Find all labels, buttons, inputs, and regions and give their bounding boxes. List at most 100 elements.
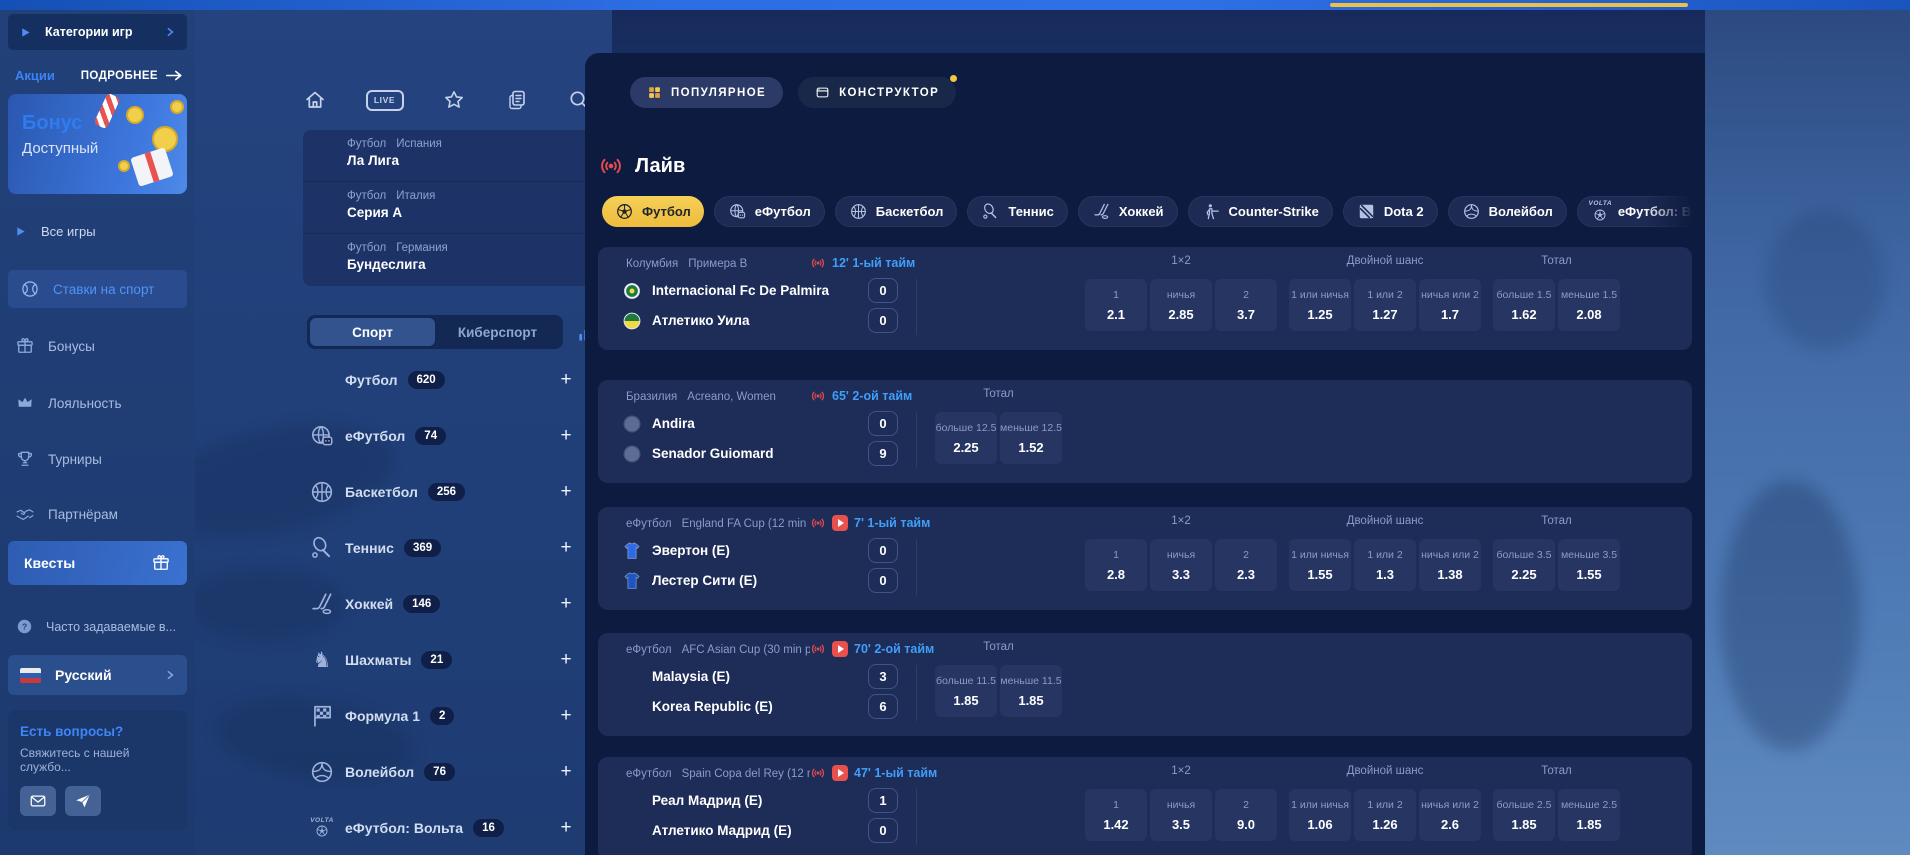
- odds-button[interactable]: 1 или 21.3: [1354, 539, 1416, 591]
- odds-button[interactable]: больше 2.51.85: [1493, 789, 1555, 841]
- quick-league-item[interactable]: ФутболИталияСерия А: [303, 182, 601, 234]
- odds-button[interactable]: 1 или 21.27: [1354, 279, 1416, 331]
- odds-button[interactable]: 29.0: [1215, 789, 1277, 841]
- live-nav-icon[interactable]: LIVE: [366, 90, 404, 111]
- odds-button[interactable]: 23.7: [1215, 279, 1277, 331]
- sport-row-Футбол[interactable]: Футбол620+: [303, 352, 603, 408]
- filter-pill-еФутбол[interactable]: еФутбол: [714, 196, 825, 227]
- odds-button[interactable]: ничья или 22.6: [1419, 789, 1481, 841]
- email-support-button[interactable]: [20, 786, 56, 816]
- tab-esport[interactable]: Киберспорт: [435, 318, 560, 346]
- odds-button[interactable]: ничья3.3: [1150, 539, 1212, 591]
- sport-row-Шахматы[interactable]: ♞Шахматы21+: [303, 632, 603, 688]
- team-row[interactable]: Internacional Fc De Palmira: [622, 277, 829, 304]
- odds-button[interactable]: ничья2.85: [1150, 279, 1212, 331]
- volley-icon: [309, 759, 335, 785]
- filter-pill-Хоккей[interactable]: Хоккей: [1078, 196, 1178, 227]
- sport-row-Теннис[interactable]: Теннис369+: [303, 520, 603, 576]
- promotions-link[interactable]: Акции: [15, 68, 55, 83]
- team-row[interactable]: Senador Guiomard: [622, 440, 774, 467]
- odds-button[interactable]: ничья или 21.38: [1419, 539, 1481, 591]
- odds-button[interactable]: 12.1: [1085, 279, 1147, 331]
- sidebar-item-Бонусы[interactable]: Бонусы: [15, 334, 95, 358]
- odds-button[interactable]: меньше 3.51.55: [1558, 539, 1620, 591]
- match-card: еФутболAFC Asian Cup (30 min play)70' 2-…: [598, 633, 1692, 736]
- expand-plus-button[interactable]: +: [555, 369, 577, 391]
- language-selector[interactable]: Русский: [8, 655, 187, 695]
- promotions-more-link[interactable]: ПОДРОБНЕЕ: [81, 70, 183, 82]
- bonus-banner[interactable]: Бонус Доступный: [8, 94, 187, 194]
- team-row[interactable]: Атлетико Уила: [622, 307, 750, 334]
- filter-pill-Волейбол[interactable]: Волейбол: [1448, 196, 1567, 227]
- video-stream-icon[interactable]: [832, 515, 848, 531]
- sidebar-item-Лояльность[interactable]: Лояльность: [15, 391, 122, 415]
- score-divider: [916, 412, 917, 468]
- odds-button[interactable]: ничья3.5: [1150, 789, 1212, 841]
- sport-row-Волейбол[interactable]: Волейбол76+: [303, 744, 603, 800]
- copy-icon[interactable]: [505, 88, 529, 112]
- sidebar-item-Турниры[interactable]: Турниры: [15, 447, 102, 471]
- team-row[interactable]: Лестер Сити (E): [622, 567, 757, 594]
- odds-button[interactable]: больше 1.51.62: [1493, 279, 1555, 331]
- sport-row-еФутбол[interactable]: еФутбол74+: [303, 408, 603, 464]
- odds-button[interactable]: 22.3: [1215, 539, 1277, 591]
- filter-pill-Теннис[interactable]: Теннис: [967, 196, 1067, 227]
- tab-popular[interactable]: ПОПУЛЯРНОЕ: [630, 77, 783, 108]
- quick-league-item[interactable]: ФутболГерманияБундеслига: [303, 234, 601, 286]
- odds-button[interactable]: больше 3.52.25: [1493, 539, 1555, 591]
- filter-pill-Футбол[interactable]: Футбол: [602, 196, 704, 227]
- tab-sport[interactable]: Спорт: [310, 318, 435, 346]
- market-group: Тоталбольше 1.51.62меньше 1.52.08: [1493, 255, 1620, 331]
- grid-icon: [647, 85, 662, 100]
- quests-banner[interactable]: Квесты: [8, 541, 187, 585]
- expand-plus-button[interactable]: +: [555, 481, 577, 503]
- expand-plus-button[interactable]: +: [555, 593, 577, 615]
- video-stream-icon[interactable]: [832, 765, 848, 781]
- odds-button[interactable]: больше 11.51.85: [935, 665, 997, 717]
- sport-count-badge: 2: [430, 707, 454, 725]
- odds-button[interactable]: 1 или 21.26: [1354, 789, 1416, 841]
- telegram-support-button[interactable]: [65, 786, 101, 816]
- odds-button[interactable]: 11.42: [1085, 789, 1147, 841]
- expand-plus-button[interactable]: +: [555, 761, 577, 783]
- quick-league-item[interactable]: ФутболИспанияЛа Лига: [303, 130, 601, 182]
- team-row[interactable]: Malaysia (E): [622, 663, 730, 690]
- team-row[interactable]: Атлетико Мадрид (E): [622, 817, 792, 844]
- home-icon[interactable]: [303, 88, 327, 112]
- odds-button[interactable]: меньше 11.51.85: [1000, 665, 1062, 717]
- tab-constructor[interactable]: КОНСТРУКТОР: [798, 77, 956, 108]
- filter-pill-Dota 2[interactable]: Dota 2: [1343, 196, 1438, 227]
- odds-button[interactable]: 1 или ничья1.25: [1289, 279, 1351, 331]
- sport-row-Хоккей[interactable]: Хоккей146+: [303, 576, 603, 632]
- team-row[interactable]: Korea Republic (E): [622, 693, 773, 720]
- sidebar-item-Партнёрам[interactable]: Партнёрам: [15, 502, 118, 526]
- expand-plus-button[interactable]: +: [555, 649, 577, 671]
- odds-button[interactable]: 12.8: [1085, 539, 1147, 591]
- team-row[interactable]: Реал Мадрид (E): [622, 787, 762, 814]
- team-row[interactable]: Andira: [622, 410, 695, 437]
- all-games-link[interactable]: Все игры: [15, 224, 96, 239]
- league-tournament: Spain Copa del Rey (12 min play): [682, 768, 810, 780]
- star-icon[interactable]: [442, 88, 466, 112]
- odds-button[interactable]: 1 или ничья1.55: [1289, 539, 1351, 591]
- filter-pill-Counter-Strike[interactable]: Counter-Strike: [1188, 196, 1333, 227]
- sidebar-item-Ставки на спорт[interactable]: Ставки на спорт: [8, 270, 187, 308]
- video-stream-icon[interactable]: [832, 641, 848, 657]
- team-row[interactable]: Эвертон (E): [622, 537, 730, 564]
- sport-row-еФутбол: Вольта[interactable]: VOLTAеФутбол: Вольта16+: [303, 800, 603, 855]
- expand-plus-button[interactable]: +: [555, 817, 577, 839]
- odds-button[interactable]: меньше 2.51.85: [1558, 789, 1620, 841]
- expand-plus-button[interactable]: +: [555, 425, 577, 447]
- odds-button[interactable]: 1 или ничья1.06: [1289, 789, 1351, 841]
- game-categories-button[interactable]: Категории игр: [8, 14, 187, 50]
- sport-row-Баскетбол[interactable]: Баскетбол256+: [303, 464, 603, 520]
- odds-button[interactable]: больше 12.52.25: [935, 412, 997, 464]
- filter-pill-Баскетбол[interactable]: Баскетбол: [835, 196, 958, 227]
- odds-button[interactable]: меньше 12.51.52: [1000, 412, 1062, 464]
- expand-plus-button[interactable]: +: [555, 537, 577, 559]
- odds-button[interactable]: ничья или 21.7: [1419, 279, 1481, 331]
- expand-plus-button[interactable]: +: [555, 705, 577, 727]
- sport-row-Формула 1[interactable]: Формула 12+: [303, 688, 603, 744]
- faq-link[interactable]: ? Часто задаваемые в...: [15, 617, 176, 636]
- odds-button[interactable]: меньше 1.52.08: [1558, 279, 1620, 331]
